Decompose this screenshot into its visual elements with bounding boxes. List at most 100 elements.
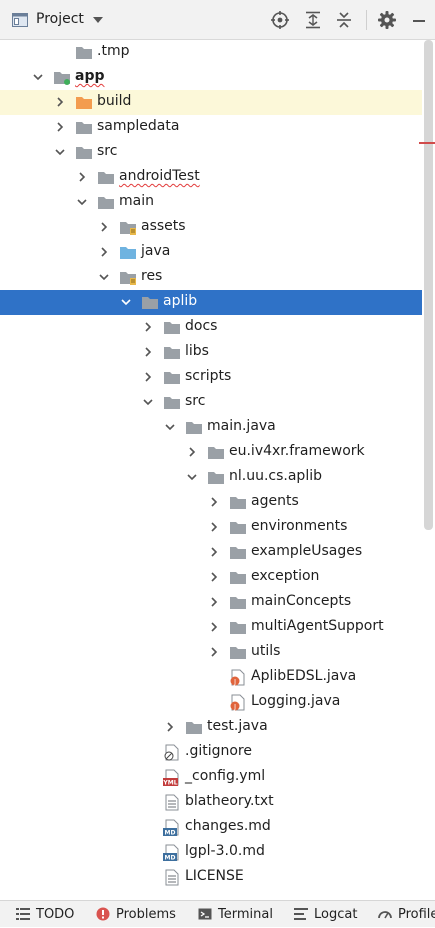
tree-item-label: sampledata: [97, 118, 180, 134]
tree-item-label: exampleUsages: [251, 543, 363, 559]
gear-icon[interactable]: [377, 10, 397, 30]
chevron-right-icon[interactable]: [208, 546, 220, 558]
chevron-right-icon[interactable]: [208, 571, 220, 583]
tree-row-tmp[interactable]: .tmp: [0, 40, 422, 65]
chevron-right-icon[interactable]: [186, 446, 198, 458]
chevron-right-icon[interactable]: [142, 321, 154, 333]
chevron-down-icon[interactable]: [76, 196, 88, 208]
error-stripe-mark: [419, 142, 435, 144]
tree-row-license[interactable]: LICENSE: [0, 865, 422, 890]
tree-row-java[interactable]: java: [0, 240, 422, 265]
chevron-right-icon[interactable]: [76, 171, 88, 183]
ignore-file-icon: [163, 744, 181, 761]
tree-row-src[interactable]: src: [0, 140, 422, 165]
chevron-right-icon[interactable]: [208, 521, 220, 533]
chevron-right-icon[interactable]: [142, 346, 154, 358]
tree-item-label: assets: [141, 218, 186, 234]
resource-folder-icon: [119, 219, 137, 236]
md-file-icon: MD: [163, 844, 181, 862]
tree-row-multiagentsupport[interactable]: multiAgentSupport: [0, 615, 422, 640]
folder-icon: [75, 144, 93, 161]
expand-all-icon[interactable]: [303, 10, 323, 30]
chevron-right-icon[interactable]: [54, 96, 66, 108]
folder-icon: [185, 719, 203, 736]
tree-row-sampledata[interactable]: sampledata: [0, 115, 422, 140]
tree-item-label: main: [119, 193, 154, 209]
chevron-down-icon[interactable]: [98, 271, 110, 283]
svg-text:YML: YML: [163, 780, 178, 787]
yml-file-icon: YML: [162, 769, 181, 787]
chevron-right-icon[interactable]: [208, 596, 220, 608]
project-tree[interactable]: .tmp app build sampledata src androidTest main…: [0, 40, 435, 895]
chevron-down-icon[interactable]: [164, 421, 176, 433]
tree-row-exampleusages[interactable]: exampleUsages: [0, 540, 422, 565]
minimize-icon[interactable]: [409, 10, 429, 30]
folder-icon: [229, 569, 247, 586]
tree-row-utils[interactable]: utils: [0, 640, 422, 665]
chevron-down-icon[interactable]: [32, 71, 44, 83]
folder-icon: [75, 44, 93, 61]
chevron-right-icon[interactable]: [164, 721, 176, 733]
folder-icon: [229, 519, 247, 536]
chevron-right-icon[interactable]: [208, 646, 220, 658]
project-view-icon[interactable]: [12, 13, 28, 27]
chevron-right-icon[interactable]: [98, 246, 110, 258]
tree-item-label: build: [97, 93, 132, 109]
todo-list-icon: [16, 907, 30, 921]
tree-row-docs[interactable]: docs: [0, 315, 422, 340]
tree-row-res[interactable]: res: [0, 265, 422, 290]
project-view-title[interactable]: Project: [36, 11, 84, 27]
locate-icon[interactable]: [270, 10, 290, 30]
tree-row-agents[interactable]: agents: [0, 490, 422, 515]
tree-scrollbar[interactable]: [424, 40, 433, 530]
module-folder-icon: [53, 69, 71, 86]
dropdown-caret-icon[interactable]: [92, 14, 104, 26]
folder-icon: [75, 119, 93, 136]
chevron-down-icon[interactable]: [142, 396, 154, 408]
tree-item-label: LICENSE: [185, 868, 244, 884]
tree-row-nl-uu-cs-aplib[interactable]: nl.uu.cs.aplib: [0, 465, 422, 490]
chevron-right-icon[interactable]: [54, 121, 66, 133]
tree-item-label: _config.yml: [185, 768, 266, 784]
chevron-right-icon[interactable]: [98, 221, 110, 233]
chevron-right-icon[interactable]: [208, 496, 220, 508]
tree-row-lgpl-3-0-md[interactable]: MD lgpl-3.0.md: [0, 840, 422, 865]
tree-row-test-java[interactable]: test.java: [0, 715, 422, 740]
chevron-down-icon[interactable]: [54, 146, 66, 158]
tree-row-blatheory-txt[interactable]: blatheory.txt: [0, 790, 422, 815]
tree-row-aplib[interactable]: aplib: [0, 290, 422, 315]
tree-row-build[interactable]: build: [0, 90, 422, 115]
tree-item-label: src: [97, 143, 118, 159]
tree-row-logging-java[interactable]: J Logging.java: [0, 690, 422, 715]
tree-row-aplibedsl-java[interactable]: J AplibEDSL.java: [0, 665, 422, 690]
folder-icon: [163, 319, 181, 336]
tree-row-libs[interactable]: libs: [0, 340, 422, 365]
tree-row-app[interactable]: app: [0, 65, 422, 90]
tree-row-androidtest[interactable]: androidTest: [0, 165, 422, 190]
logcat-icon: [294, 907, 308, 921]
tree-row-gitignore[interactable]: .gitignore: [0, 740, 422, 765]
chevron-down-icon[interactable]: [120, 296, 132, 308]
tree-row-main-java[interactable]: main.java: [0, 415, 422, 440]
tree-row-changes-md[interactable]: MD changes.md: [0, 815, 422, 840]
tree-row-eu-iv4xr-framework[interactable]: eu.iv4xr.framework: [0, 440, 422, 465]
chevron-down-icon[interactable]: [186, 471, 198, 483]
folder-icon: [229, 619, 247, 636]
chevron-right-icon[interactable]: [208, 621, 220, 633]
tree-row-exception[interactable]: exception: [0, 565, 422, 590]
tree-item-label: java: [141, 243, 171, 259]
tree-item-label: test.java: [207, 718, 268, 734]
project-tool-window-header: Project: [0, 0, 435, 40]
text-file-icon: [163, 794, 181, 811]
tab-label: Terminal: [218, 907, 273, 922]
collapse-all-icon[interactable]: [334, 10, 354, 30]
tree-row-assets[interactable]: assets: [0, 215, 422, 240]
tree-row-mainconcepts[interactable]: mainConcepts: [0, 590, 422, 615]
tree-row-main[interactable]: main: [0, 190, 422, 215]
tree-row-src[interactable]: src: [0, 390, 422, 415]
tree-row-scripts[interactable]: scripts: [0, 365, 422, 390]
chevron-right-icon[interactable]: [142, 371, 154, 383]
tree-row-config-yml[interactable]: YML _config.yml: [0, 765, 422, 790]
tree-row-environments[interactable]: environments: [0, 515, 422, 540]
tab-label: TODO: [36, 907, 75, 922]
